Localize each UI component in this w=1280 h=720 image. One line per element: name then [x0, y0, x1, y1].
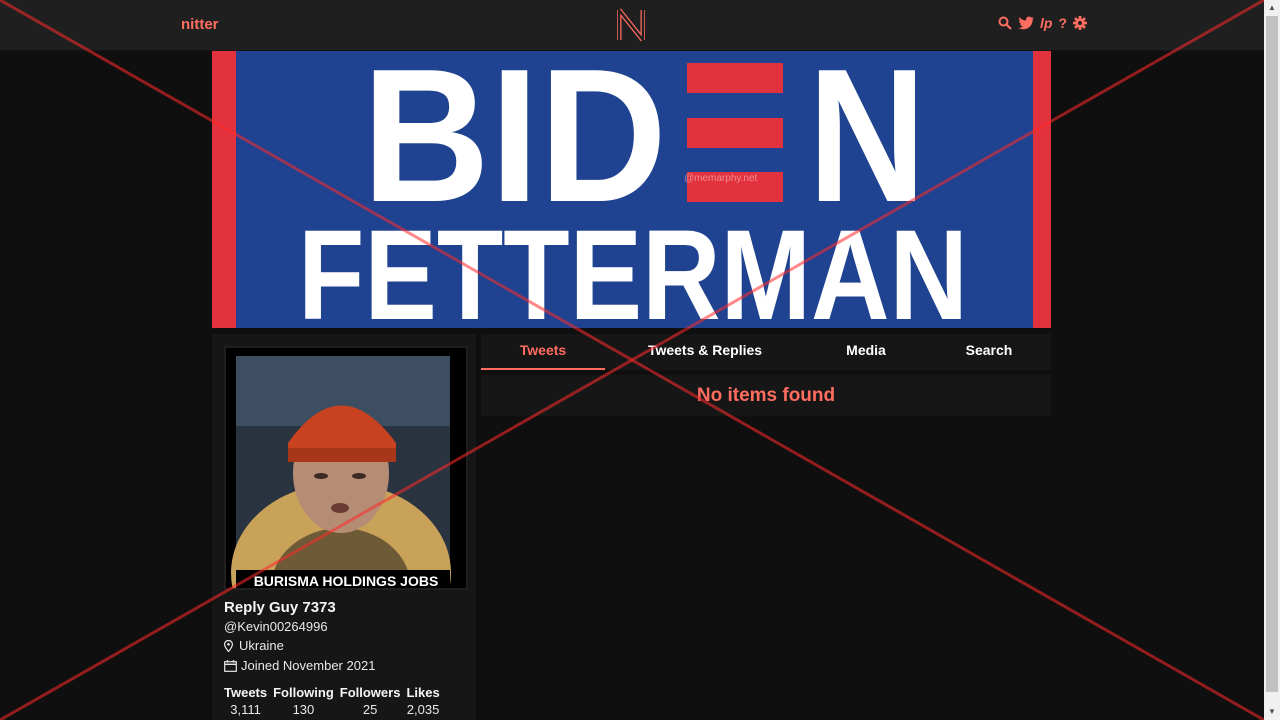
search-icon[interactable] — [998, 16, 1012, 30]
stat-tweets[interactable]: Tweets 3,111 — [224, 685, 267, 717]
tab-tweets[interactable]: Tweets — [481, 334, 605, 370]
brand-link[interactable]: nitter — [181, 16, 219, 33]
avatar-caption: BURISMA HOLDINGS JOBS — [254, 573, 439, 588]
nav-icons: lp ? — [998, 16, 1088, 30]
tab-tweets-replies[interactable]: Tweets & Replies — [605, 334, 805, 370]
profile-stats: Tweets 3,111 Following 130 Followers 25 … — [224, 685, 446, 717]
stat-label: Likes — [406, 685, 440, 700]
help-icon[interactable]: ? — [1058, 16, 1067, 30]
scroll-thumb[interactable] — [1266, 16, 1278, 692]
stat-value: 25 — [362, 702, 378, 717]
stat-likes[interactable]: Likes 2,035 — [406, 685, 439, 717]
banner-watermark: @memarphy.net — [684, 173, 758, 184]
profile-joined: Joined November 2021 — [224, 658, 375, 673]
banner-fetterman-text: FETTERMAN — [298, 204, 968, 328]
timeline-tabs: Tweets Tweets & Replies Media Search — [481, 334, 1051, 370]
profile-username[interactable]: @Kevin00264996 — [224, 619, 328, 634]
banner-e-bar-mid — [687, 118, 783, 148]
settings-icon[interactable] — [1073, 16, 1088, 30]
stat-label: Tweets — [224, 685, 268, 700]
lp-icon[interactable]: lp — [1040, 16, 1052, 30]
stat-followers[interactable]: Followers 25 — [340, 685, 401, 717]
empty-timeline-message: No items found — [696, 385, 836, 406]
stat-value: 3,111 — [230, 702, 261, 717]
avatar[interactable]: BURISMA HOLDINGS JOBS — [224, 346, 468, 590]
scrollbar[interactable]: ▲ ▼ — [1264, 0, 1280, 720]
nitter-logo-icon[interactable] — [617, 8, 645, 42]
calendar-icon — [224, 659, 237, 672]
banner-art: BID N @memarphy.net FETTERMAN — [298, 51, 968, 328]
navbar: nitter lp ? — [0, 0, 1264, 51]
twitter-icon[interactable] — [1018, 16, 1034, 30]
profile-banner[interactable]: BID N @memarphy.net FETTERMAN — [212, 51, 1051, 328]
location-pin-icon — [224, 639, 233, 652]
stat-label: Following — [273, 685, 334, 700]
stat-following[interactable]: Following 130 — [273, 685, 334, 717]
banner-e-bar-top — [687, 63, 783, 93]
scroll-down-arrow-icon[interactable]: ▼ — [1264, 704, 1280, 720]
tab-media[interactable]: Media — [805, 334, 927, 370]
profile-joined-text: Joined November 2021 — [241, 658, 376, 673]
avatar-image: BURISMA HOLDINGS JOBS — [226, 348, 466, 588]
timeline: No items found — [481, 375, 1051, 416]
tab-search[interactable]: Search — [927, 334, 1051, 370]
profile-location: Ukraine — [224, 638, 284, 653]
stat-value: 130 — [292, 702, 315, 717]
profile-card: BURISMA HOLDINGS JOBS Reply Guy 7373 @Ke… — [212, 334, 476, 720]
profile-fullname[interactable]: Reply Guy 7373 — [224, 599, 336, 616]
stat-label: Followers — [339, 685, 401, 700]
profile-location-text: Ukraine — [239, 638, 284, 653]
scroll-up-arrow-icon[interactable]: ▲ — [1264, 0, 1280, 16]
stat-value: 2,035 — [406, 702, 440, 717]
